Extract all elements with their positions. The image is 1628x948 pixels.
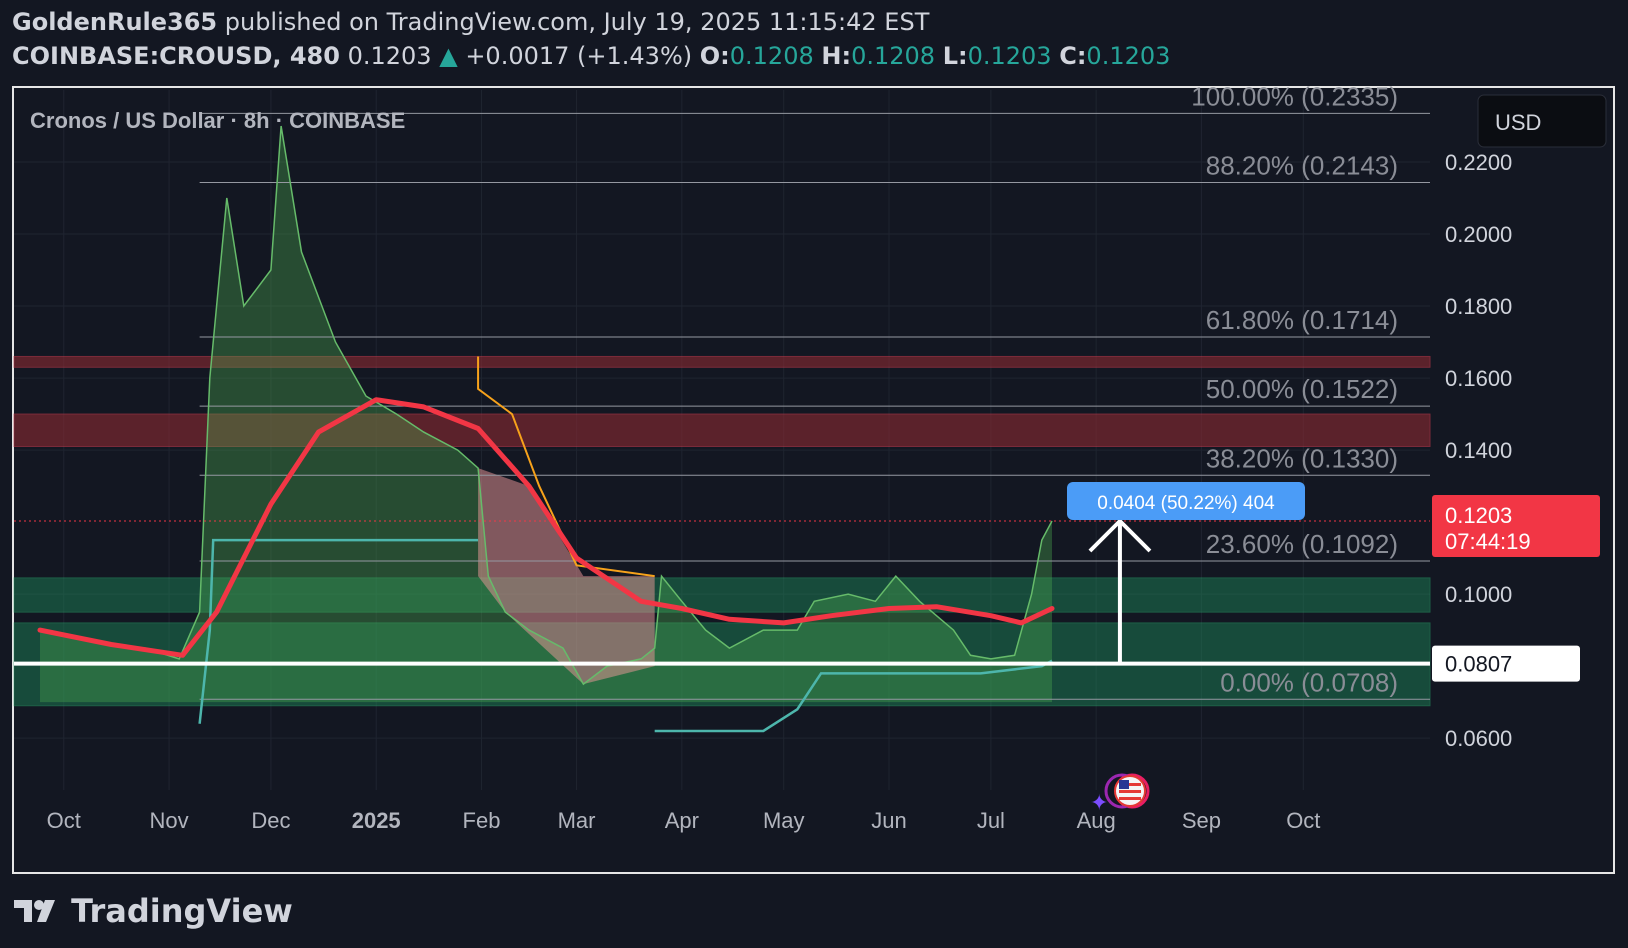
y-tick-label: 0.0600 (1445, 726, 1512, 751)
x-tick-label: Jul (977, 808, 1005, 833)
x-tick-label: Nov (149, 808, 188, 833)
x-tick-label: Oct (1286, 808, 1320, 833)
x-tick-label: Jun (871, 808, 906, 833)
chart-title: Cronos / US Dollar · 8h · COINBASE (30, 108, 405, 133)
last-price-tag-value: 0.1203 (1445, 503, 1512, 528)
marked-price-tag-value: 0.0807 (1445, 652, 1512, 677)
fib-label: 50.00% (0.1522) (1206, 374, 1398, 404)
y-tick-label: 0.1600 (1445, 366, 1512, 391)
x-tick-label: Dec (251, 808, 290, 833)
x-tick-label: Sep (1182, 808, 1221, 833)
fib-label: 38.20% (0.1330) (1206, 443, 1398, 473)
x-tick-label: Mar (558, 808, 596, 833)
y-tick-label: 0.1400 (1445, 438, 1512, 463)
fib-label: 61.80% (0.1714) (1206, 305, 1398, 335)
fib-label: 0.00% (0.0708) (1220, 667, 1398, 697)
sparkle-icon: ✦ (1090, 791, 1108, 816)
measure-label: 0.0404 (50.22%) 404 (1097, 493, 1275, 514)
y-tick-label: 0.1800 (1445, 294, 1512, 319)
tradingview-logo[interactable]: TradingView (12, 892, 293, 930)
x-tick-label: May (763, 808, 805, 833)
x-tick-label: 2025 (352, 808, 401, 833)
y-tick-label: 0.1000 (1445, 582, 1512, 607)
y-tick-label: 0.2000 (1445, 222, 1512, 247)
brand-name: TradingView (71, 892, 293, 930)
x-tick-label: Feb (463, 808, 501, 833)
x-tick-label: Oct (47, 808, 81, 833)
x-tick-label: Apr (665, 808, 699, 833)
fib-label: 88.20% (0.2143) (1206, 151, 1398, 181)
price-chart[interactable]: 100.00% (0.2335) 88.20% (0.2143) 61.80% (0… (0, 0, 1628, 948)
bar-countdown: 07:44:19 (1445, 529, 1531, 554)
fib-label: 100.00% (0.2335) (1191, 81, 1398, 111)
y-tick-label: 0.2200 (1445, 150, 1512, 175)
flag-icon[interactable] (1104, 773, 1150, 809)
currency-label[interactable]: USD (1495, 110, 1541, 135)
fib-label: 23.60% (0.1092) (1206, 529, 1398, 559)
tradingview-logo-icon (14, 900, 55, 922)
